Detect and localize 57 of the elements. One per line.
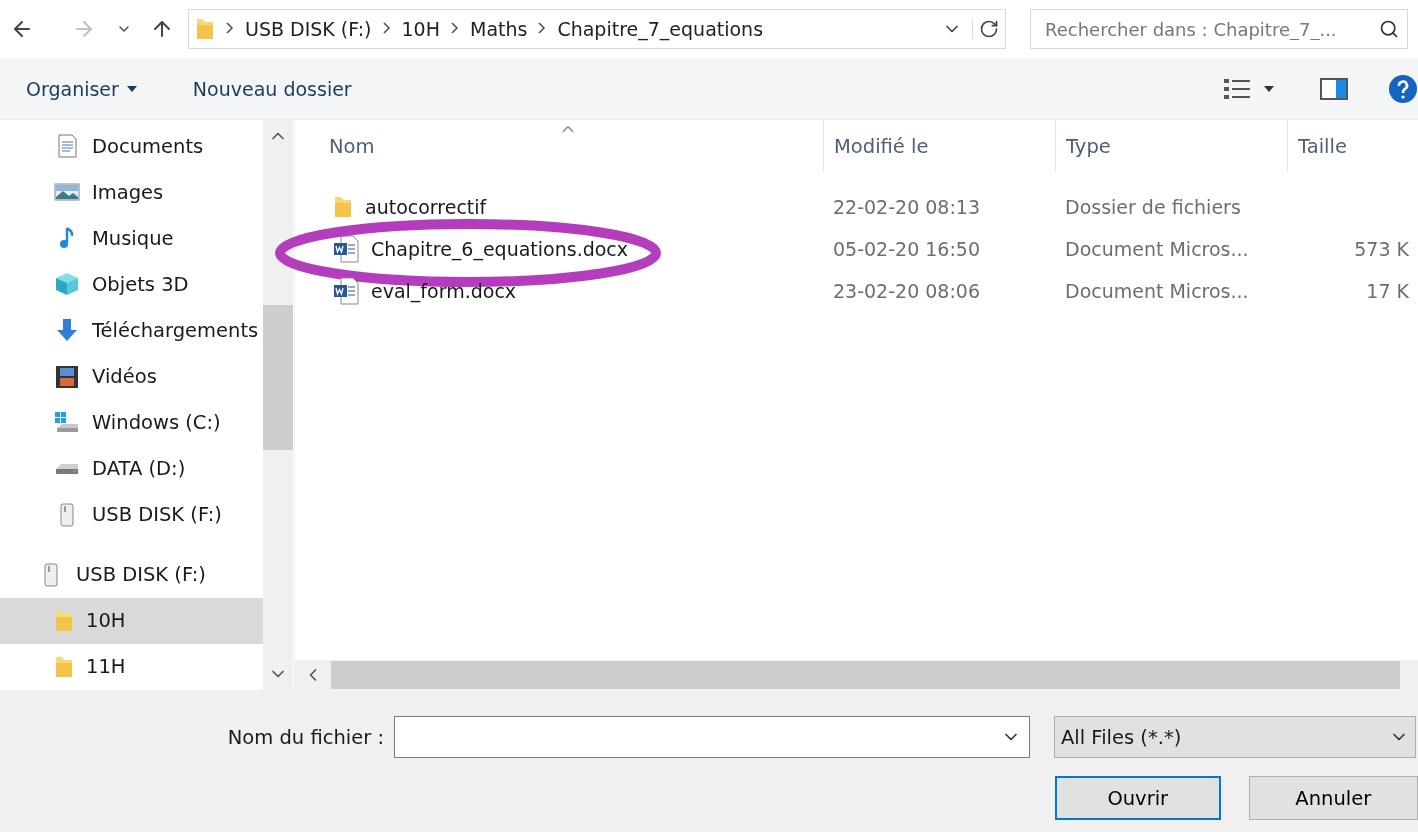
table-cell-text: Document Micros... [1064,280,1250,302]
view-options-button[interactable] [1224,77,1274,100]
sidebar-item[interactable]: Windows (C:) [0,399,263,446]
table-cell-text: 23-02-20 08:06 [832,280,982,302]
filename-label: Nom du fichier : [226,725,385,749]
breadcrumb-item[interactable]: 10H [401,18,440,40]
column-header[interactable]: Modifié le [823,120,1055,172]
breadcrumb-item[interactable]: Chapitre_7_equations [557,18,764,40]
sidebar-item[interactable]: USB DISK (F:) [0,551,263,598]
horizontal-scrollbar[interactable] [295,660,1418,690]
table-cell-text: 05-02-20 16:50 [832,238,982,260]
table-cell-text: 22-02-20 08:13 [832,196,982,218]
drive-icon [54,461,80,476]
vertical-scrollbar[interactable] [263,120,293,690]
preview-pane-button[interactable] [1320,77,1348,100]
column-header[interactable]: Type [1055,120,1287,172]
word-document-icon [333,277,359,305]
word-document-icon [333,235,359,263]
table-cell-text: Document Micros... [1064,238,1250,260]
folder-icon [54,655,74,679]
sidebar-item[interactable]: Vidéos [0,353,263,400]
column-header[interactable]: Nom [295,120,823,172]
column-header[interactable]: Taille [1287,120,1413,172]
sidebar-item[interactable]: DATA (D:) [0,445,263,492]
file-type-dropdown[interactable]: All Files (*.*) [1054,716,1416,758]
breadcrumb-item[interactable]: USB DISK (F:) [245,18,372,40]
sidebar-item[interactable]: 10H [0,597,263,644]
folder-icon [54,608,74,633]
breadcrumb-item[interactable]: Maths [470,18,528,40]
sidebar-item[interactable]: Téléchargements [0,307,263,354]
cancel-button[interactable]: Annuler [1248,776,1418,820]
file-name[interactable]: eval_form.docx [371,280,517,302]
caret-icon [1264,85,1274,92]
filename-field[interactable] [394,716,1030,758]
table-cell-text: Dossier de fichiers [1064,196,1242,218]
sidebar-item[interactable]: USB DISK (F:) [0,491,263,538]
sidebar-item[interactable]: Objets 3D [0,261,263,308]
search-icon [1379,19,1399,39]
sidebar-item[interactable]: Images [0,169,263,216]
address-bar[interactable]: USB DISK (F:) 10H Maths Chapitre_7_equations [188,9,1006,49]
film-icon [54,363,80,390]
help-button[interactable] [1388,73,1418,104]
folder-icon [333,195,353,219]
open-button[interactable]: Ouvrir [1055,776,1221,820]
sidebar-item[interactable]: 11H [0,643,263,691]
organize-button[interactable]: Organiser [26,77,137,100]
search-field[interactable]: Rechercher dans : Chapitre_7_... [1030,9,1408,49]
refresh-button[interactable] [972,19,999,39]
cube-icon [54,271,80,298]
table-cell-text: 17 K [1365,280,1410,302]
caret-icon [126,85,137,92]
sidebar-item[interactable]: Documents [0,123,263,170]
folder-icon [195,17,215,41]
table-cell-text: 573 K [1353,238,1410,260]
file-name[interactable]: autocorrectif [365,196,487,218]
new-folder-button[interactable]: Nouveau dossier [192,77,352,100]
sidebar-item[interactable]: Musique [0,215,263,262]
